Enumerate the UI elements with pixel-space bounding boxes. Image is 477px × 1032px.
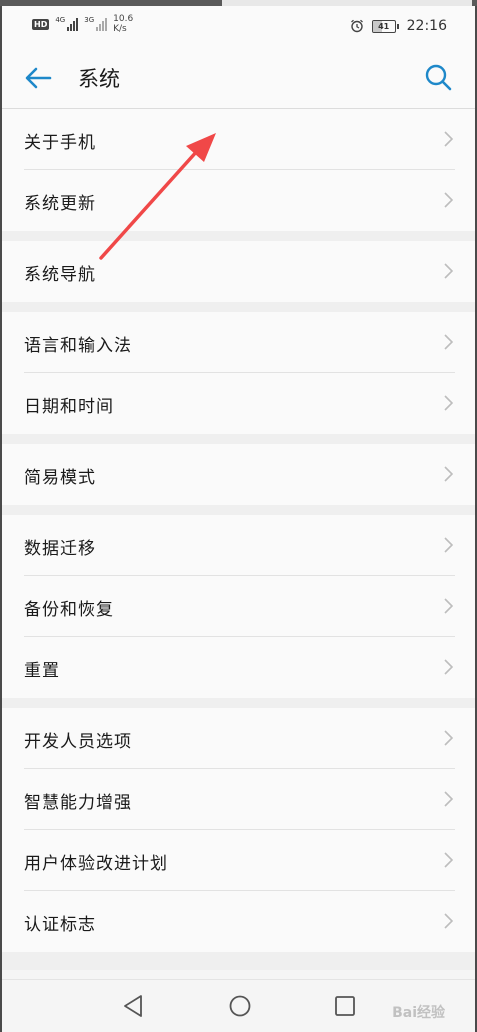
settings-list: 关于手机 系统更新 系统导航 语言和输入法 日期和时间 简易模式 数据迁移 备份…: [2, 109, 475, 970]
chevron-right-icon: [444, 131, 454, 147]
settings-group-6: 开发人员选项 智慧能力增强 用户体验改进计划 认证标志: [2, 708, 475, 952]
chevron-right-icon: [444, 598, 454, 614]
settings-item-label: 智慧能力增强: [24, 793, 132, 813]
settings-item-system-update[interactable]: 系统更新: [2, 170, 475, 231]
nav-home-icon[interactable]: [228, 994, 252, 1018]
chevron-right-icon: [444, 334, 454, 350]
settings-item-backup-restore[interactable]: 备份和恢复: [2, 576, 475, 637]
chevron-right-icon: [444, 659, 454, 675]
settings-item-label: 关于手机: [24, 133, 96, 153]
network-type-3g: 3G: [84, 16, 95, 24]
alarm-clock-icon: [350, 19, 363, 33]
battery-level: 41: [378, 21, 390, 31]
settings-group-5: 数据迁移 备份和恢复 重置: [2, 515, 475, 698]
signal-icon: 4G: [55, 16, 79, 31]
settings-item-label: 重置: [24, 661, 60, 681]
settings-item-developer-options[interactable]: 开发人员选项: [2, 708, 475, 769]
settings-item-label: 系统导航: [24, 265, 96, 285]
page-title: 系统: [78, 67, 120, 91]
settings-item-language-input[interactable]: 语言和输入法: [2, 312, 475, 373]
settings-item-user-experience[interactable]: 用户体验改进计划: [2, 830, 475, 891]
settings-item-system-navigation[interactable]: 系统导航: [2, 241, 475, 302]
chevron-right-icon: [444, 466, 454, 482]
chevron-right-icon: [444, 263, 454, 279]
signal-icon-secondary: 3G: [84, 16, 108, 31]
settings-item-label: 简易模式: [24, 468, 96, 488]
clock-time: 22:16: [406, 18, 447, 34]
settings-item-label: 日期和时间: [24, 397, 114, 417]
status-left: HD 4G 3G 10.6 K/s: [32, 14, 133, 34]
chevron-right-icon: [444, 537, 454, 553]
settings-group-1: 关于手机 系统更新: [2, 109, 475, 231]
settings-item-label: 数据迁移: [24, 539, 96, 559]
group-gap: [2, 302, 475, 312]
network-speed-value: 10.6: [113, 14, 134, 24]
system-nav-bar: Bai经验: [2, 979, 475, 1032]
settings-item-label: 备份和恢复: [24, 600, 114, 620]
settings-item-label: 系统更新: [24, 194, 96, 214]
chevron-right-icon: [444, 791, 454, 807]
group-gap: [2, 698, 475, 708]
settings-item-date-time[interactable]: 日期和时间: [2, 373, 475, 434]
battery-icon: 41: [371, 19, 399, 33]
chevron-right-icon: [444, 852, 454, 868]
back-arrow-icon[interactable]: [22, 62, 54, 94]
settings-item-label: 开发人员选项: [24, 732, 132, 752]
network-speed-unit: K/s: [113, 24, 127, 34]
hd-badge: HD: [32, 18, 50, 30]
chevron-right-icon: [444, 395, 454, 411]
chevron-right-icon: [444, 913, 454, 929]
settings-group-2: 系统导航: [2, 241, 475, 302]
group-gap: [2, 952, 475, 970]
settings-item-simple-mode[interactable]: 简易模式: [2, 444, 475, 505]
settings-item-about-phone[interactable]: 关于手机: [2, 109, 475, 170]
nav-back-icon[interactable]: [122, 994, 144, 1018]
watermark: Bai经验: [392, 1005, 445, 1021]
search-icon[interactable]: [423, 62, 453, 92]
network-speed: 10.6 K/s: [113, 14, 133, 34]
settings-item-label: 语言和输入法: [24, 336, 132, 356]
settings-item-label: 认证标志: [24, 915, 96, 935]
chevron-right-icon: [444, 192, 454, 208]
settings-item-certification[interactable]: 认证标志: [2, 891, 475, 952]
group-gap: [2, 434, 475, 444]
settings-item-smart-enhancement[interactable]: 智慧能力增强: [2, 769, 475, 830]
settings-item-data-migration[interactable]: 数据迁移: [2, 515, 475, 576]
app-bar: 系统: [2, 46, 475, 109]
settings-item-reset[interactable]: 重置: [2, 637, 475, 698]
status-right: 41 22:16: [350, 18, 447, 34]
nav-recent-apps-icon[interactable]: [334, 995, 356, 1017]
settings-item-label: 用户体验改进计划: [24, 854, 168, 874]
settings-group-4: 简易模式: [2, 444, 475, 505]
status-bar: HD 4G 3G 10.6 K/s 41 22:16: [2, 6, 475, 46]
settings-group-3: 语言和输入法 日期和时间: [2, 312, 475, 434]
chevron-right-icon: [444, 730, 454, 746]
network-type-4g: 4G: [55, 16, 66, 24]
group-gap: [2, 231, 475, 241]
group-gap: [2, 505, 475, 515]
